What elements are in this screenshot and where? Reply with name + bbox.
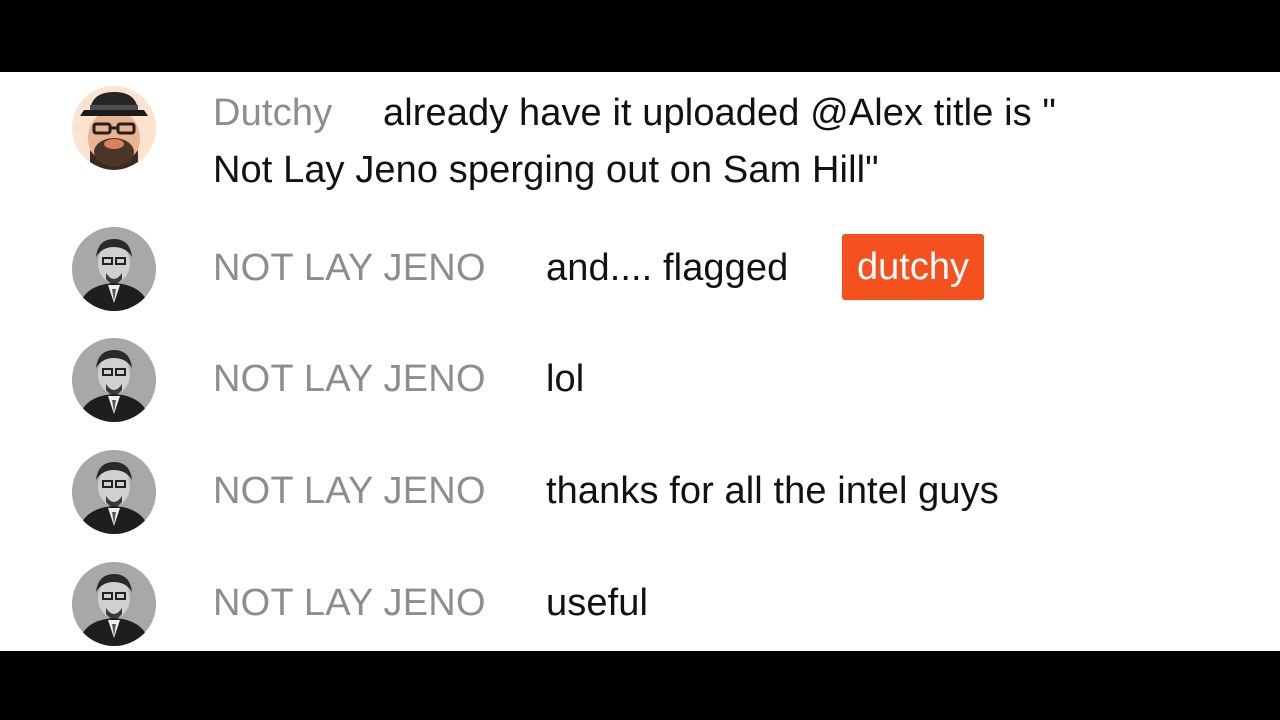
chat-author-name[interactable]: NOT LAY JENO	[213, 358, 486, 401]
man-portrait-avatar[interactable]	[72, 450, 156, 534]
chat-message-text: and.... flagged	[546, 247, 789, 289]
chat-message-text: thanks for all the intel guys	[546, 470, 999, 512]
avatar-image	[72, 450, 156, 534]
mention-badge[interactable]: dutchy	[842, 234, 984, 300]
chat-author-name[interactable]: Dutchy	[213, 92, 332, 135]
chat-message-text-continued: Not Lay Jeno sperging out on Sam Hill"	[213, 149, 879, 191]
bearded-man-with-hat-avatar[interactable]	[72, 86, 156, 170]
chat-message-text: lol	[546, 358, 585, 400]
man-portrait-avatar[interactable]	[72, 562, 156, 646]
avatar-image	[72, 562, 156, 646]
chat-message-text: useful	[546, 582, 649, 624]
chat-author-name[interactable]: NOT LAY JENO	[213, 247, 486, 290]
live-chat-panel[interactable]: Dutchy already have it uploaded @Alex ti…	[0, 72, 1280, 651]
avatar-image	[72, 86, 156, 170]
man-portrait-avatar[interactable]	[72, 338, 156, 422]
video-frame: Dutchy already have it uploaded @Alex ti…	[0, 0, 1280, 720]
avatar-image	[72, 227, 156, 311]
chat-author-name[interactable]: NOT LAY JENO	[213, 470, 486, 513]
avatar-image	[72, 338, 156, 422]
chat-message-text: already have it uploaded @Alex title is …	[383, 92, 1056, 134]
man-portrait-avatar[interactable]	[72, 227, 156, 311]
chat-author-name[interactable]: NOT LAY JENO	[213, 582, 486, 625]
